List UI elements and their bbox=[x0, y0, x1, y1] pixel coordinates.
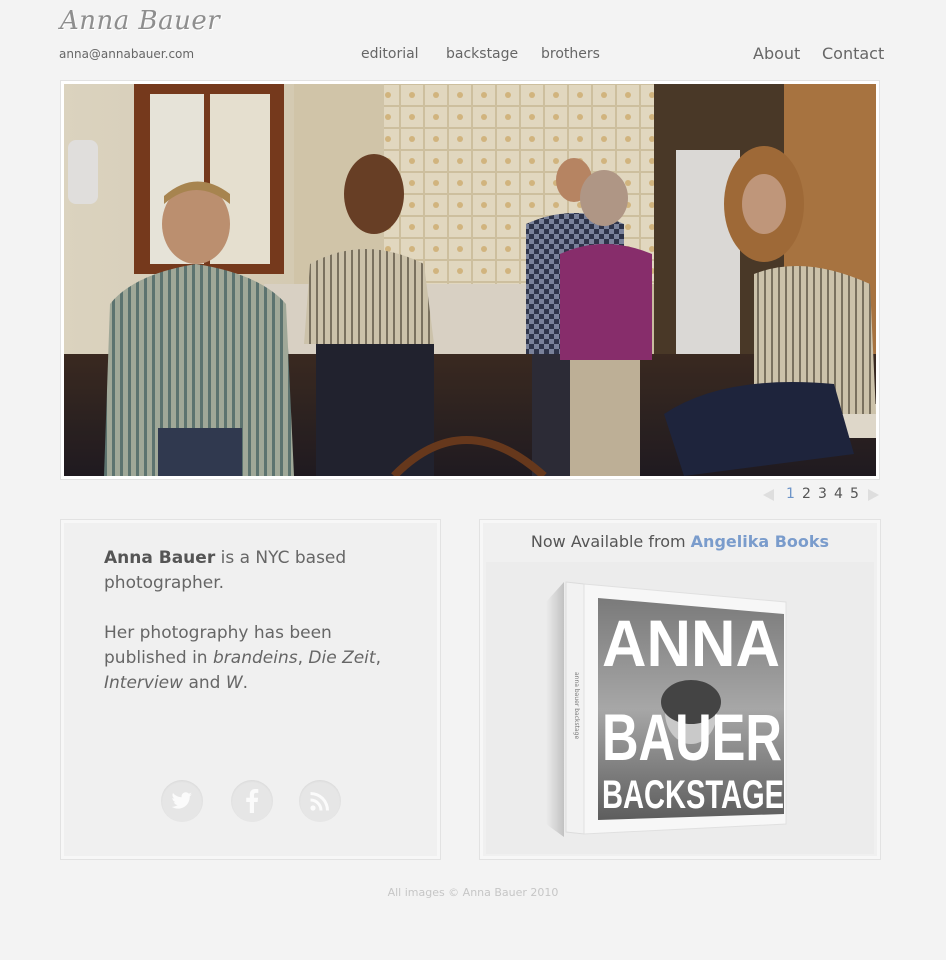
hero-photo[interactable] bbox=[64, 84, 876, 476]
nav-brothers[interactable]: brothers bbox=[541, 46, 600, 62]
angelika-books-link[interactable]: Angelika Books bbox=[691, 532, 829, 551]
svg-text:anna bauer backstage: anna bauer backstage bbox=[573, 672, 580, 739]
twitter-icon[interactable] bbox=[161, 780, 203, 822]
publication-die-zeit: Die Zeit bbox=[308, 648, 376, 668]
book-cover[interactable]: anna bauer backstage ANNA BAUER BACKSTAG… bbox=[486, 562, 874, 854]
publication-brandeins: brandeins bbox=[213, 648, 298, 668]
page-3[interactable]: 3 bbox=[818, 486, 827, 502]
nav-backstage[interactable]: backstage bbox=[446, 46, 518, 62]
previous-arrow-icon[interactable] bbox=[763, 489, 774, 501]
bio-panel: Anna Bauer is a NYC based photographer. … bbox=[60, 519, 441, 860]
next-arrow-icon[interactable] bbox=[868, 489, 879, 501]
hero-photo-frame bbox=[60, 80, 880, 480]
rss-feed-icon bbox=[310, 792, 329, 811]
book-cover-line-3: BACKSTAGE bbox=[602, 773, 784, 817]
book-cover-line-2: BAUER bbox=[602, 700, 782, 774]
site-logo[interactable]: Anna Bauer bbox=[60, 6, 220, 36]
footer-copyright: All images © Anna Bauer 2010 bbox=[387, 886, 559, 899]
twitter-bird-icon bbox=[171, 792, 192, 809]
facebook-icon[interactable] bbox=[231, 780, 273, 822]
publication-w: W bbox=[225, 673, 243, 693]
book-cover-line-1: ANNA bbox=[602, 606, 780, 680]
slideshow-pager: 1 2 3 4 5 bbox=[760, 486, 882, 504]
publication-interview: Interview bbox=[104, 673, 184, 693]
book-spine-text: anna bauer backstage bbox=[573, 672, 580, 739]
book-cover-area: anna bauer backstage ANNA BAUER BACKSTAG… bbox=[486, 562, 874, 854]
separator: and bbox=[183, 673, 226, 693]
book-promo-prefix: Now Available from bbox=[530, 532, 691, 551]
facebook-f-icon bbox=[246, 789, 259, 813]
nav-editorial[interactable]: editorial bbox=[361, 46, 419, 62]
nav-contact[interactable]: Contact bbox=[822, 44, 884, 63]
separator: , bbox=[297, 648, 309, 668]
separator: , bbox=[375, 648, 381, 668]
page-2[interactable]: 2 bbox=[802, 486, 811, 502]
nav-about[interactable]: About bbox=[753, 44, 800, 63]
email-link[interactable]: anna@annabauer.com bbox=[59, 47, 194, 61]
separator: . bbox=[242, 673, 249, 693]
book-panel: Now Available from Angelika Books anna b… bbox=[479, 519, 881, 860]
page-4[interactable]: 4 bbox=[834, 486, 843, 502]
rss-icon[interactable] bbox=[299, 780, 341, 822]
page-5[interactable]: 5 bbox=[850, 486, 859, 502]
bio-name: Anna Bauer bbox=[104, 548, 216, 568]
book-promo-title: Now Available from Angelika Books bbox=[480, 532, 880, 551]
page-1[interactable]: 1 bbox=[786, 486, 795, 502]
bio-text: Anna Bauer is a NYC based photographer. … bbox=[104, 546, 404, 696]
